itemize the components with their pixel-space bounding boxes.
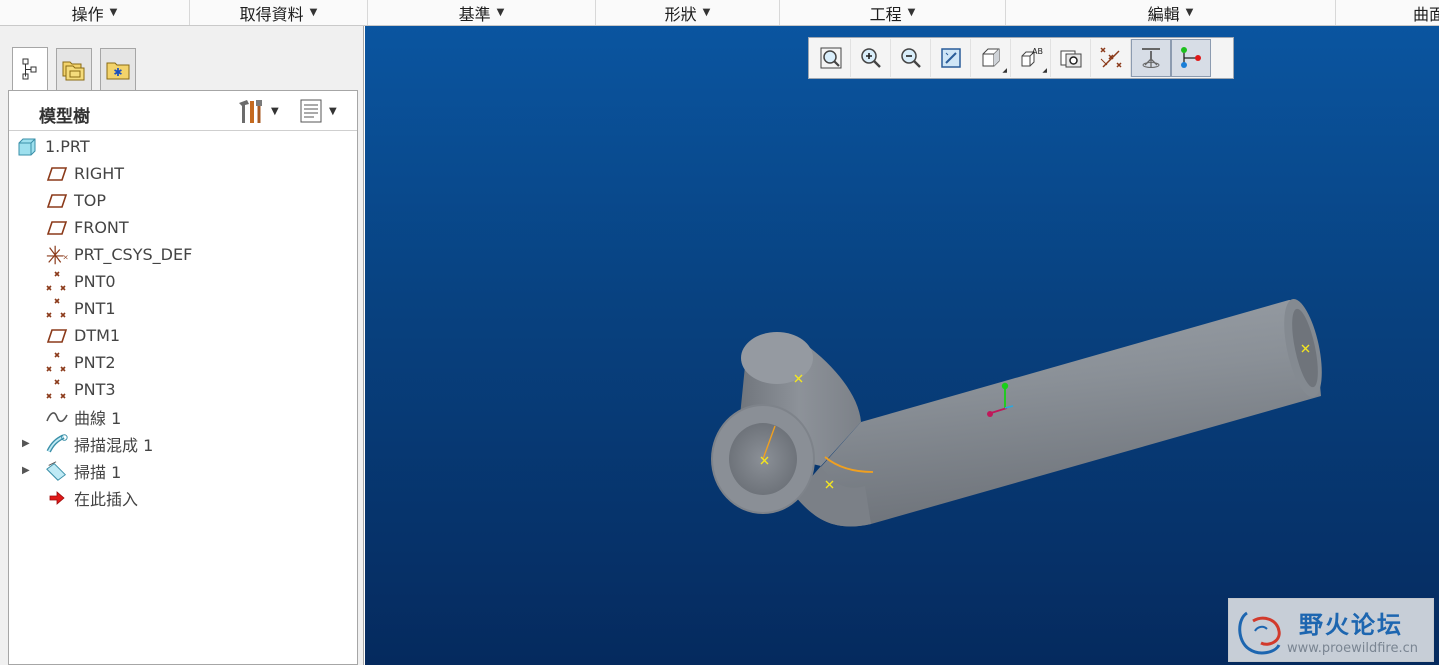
tree-item-swept-blend1[interactable]: ▶ 掃描混成 1 — [9, 430, 357, 457]
datum-point-icon — [45, 297, 69, 320]
insert-here-icon — [45, 487, 69, 509]
svg-text:✱: ✱ — [113, 66, 122, 79]
tree-item-right[interactable]: RIGHT — [9, 160, 357, 187]
view-manager-icon — [1060, 50, 1081, 68]
datum-point-icon — [45, 270, 69, 293]
refit-icon — [820, 47, 841, 69]
swept-blend-icon — [45, 433, 69, 455]
chevron-down-icon: ▼ — [329, 105, 337, 117]
chevron-down-icon: ▼ — [271, 105, 279, 117]
curve-icon — [45, 406, 69, 428]
tree-item-sweep1[interactable]: ▶ 掃描 1 — [9, 457, 357, 484]
watermark-url: www.proewildfire.cn — [1287, 641, 1418, 656]
saved-orientations-icon: AB — [1021, 47, 1043, 67]
chevron-down-icon: ▼ — [1185, 7, 1194, 18]
refit-button[interactable] — [811, 39, 851, 77]
expand-arrow-icon[interactable]: ▶ — [22, 465, 30, 476]
proewildfire-logo — [1238, 611, 1281, 655]
saved-orientations-button[interactable]: AB ◢ — [1011, 39, 1051, 77]
svg-text:×: × — [63, 252, 69, 261]
menu-bar: 操作 ▼ 取得資料 ▼ 基準 ▼ 形狀 ▼ 工程 ▼ 編輯 ▼ 曲面 — [0, 0, 1439, 26]
annotation-display-icon — [1181, 47, 1201, 68]
datum-display-filters-button[interactable] — [1091, 39, 1131, 77]
display-style-button[interactable]: ◢ — [971, 39, 1011, 77]
tree-item-insert-here[interactable]: 在此插入 — [9, 484, 357, 511]
chevron-down-icon: ◢ — [1042, 67, 1047, 74]
tree-show-button[interactable]: ▼ — [299, 97, 337, 125]
zoom-out-icon — [900, 48, 921, 68]
part-model-3d[interactable] — [365, 26, 1439, 665]
navigator-tabs: ✱ — [8, 46, 358, 90]
datum-point-icon — [45, 351, 69, 374]
datum-plane-icon — [45, 325, 69, 347]
zoom-in-icon — [860, 48, 881, 68]
menu-surfaces[interactable]: 曲面 — [1336, 0, 1439, 25]
graphics-window[interactable]: ◢ AB ◢ 野火论坛 www.proewildfire.cn — [365, 26, 1439, 665]
tree-settings-button[interactable]: ▼ — [235, 97, 279, 125]
repaint-icon — [940, 48, 961, 68]
model-tree-title: 模型樹 — [39, 107, 90, 127]
model-tree-header: 模型樹 ▼ ▼ — [9, 91, 357, 131]
favorites-icon: ✱ — [106, 62, 130, 79]
tree-item-curve1[interactable]: 曲線 1 — [9, 403, 357, 430]
menu-shapes[interactable]: 形狀 ▼ — [596, 0, 780, 25]
display-style-icon — [982, 48, 999, 67]
tree-item-pnt0[interactable]: PNT0 — [9, 268, 357, 295]
tree-item-part[interactable]: 1.PRT — [9, 133, 357, 160]
tree-item-csys[interactable]: × PRT_CSYS_DEF — [9, 241, 357, 268]
tab-folder-browser[interactable] — [56, 48, 92, 90]
chevron-down-icon: ▼ — [907, 7, 916, 18]
menu-datum[interactable]: 基準 ▼ — [368, 0, 596, 25]
datum-point-icon — [45, 378, 69, 401]
csys-icon: × — [45, 244, 69, 266]
datum-display-filters-icon — [1099, 47, 1122, 68]
tree-item-top[interactable]: TOP — [9, 187, 357, 214]
tree-item-pnt1[interactable]: PNT1 — [9, 295, 357, 322]
zoom-out-button[interactable] — [891, 39, 931, 77]
folder-browser-icon — [62, 61, 85, 80]
expand-arrow-icon[interactable]: ▶ — [22, 438, 30, 449]
repaint-button[interactable] — [931, 39, 971, 77]
menu-operations[interactable]: 操作 ▼ — [0, 0, 190, 25]
chevron-down-icon: ▼ — [496, 7, 505, 18]
view-manager-button[interactable] — [1051, 39, 1091, 77]
spin-center-icon — [1142, 48, 1160, 68]
forum-watermark: 野火论坛 www.proewildfire.cn — [1228, 598, 1434, 662]
tree-item-dtm1[interactable]: DTM1 — [9, 322, 357, 349]
tab-model-tree[interactable] — [12, 47, 48, 90]
datum-plane-icon — [45, 163, 69, 185]
tree-item-front[interactable]: FRONT — [9, 214, 357, 241]
menu-get-data[interactable]: 取得資料 ▼ — [190, 0, 368, 25]
menu-editing[interactable]: 編輯 ▼ — [1006, 0, 1336, 25]
datum-plane-icon — [45, 217, 69, 239]
tree-item-pnt3[interactable]: PNT3 — [9, 376, 357, 403]
watermark-title: 野火论坛 — [1299, 611, 1403, 639]
list-settings-icon — [300, 99, 322, 123]
zoom-in-button[interactable] — [851, 39, 891, 77]
chevron-down-icon: ▼ — [309, 7, 318, 18]
tube-body — [795, 299, 1321, 527]
annotation-display-button[interactable] — [1171, 39, 1211, 77]
chevron-down-icon: ▼ — [109, 7, 118, 18]
chevron-down-icon: ◢ — [1002, 67, 1007, 74]
menu-engineering[interactable]: 工程 ▼ — [780, 0, 1006, 25]
spin-center-button[interactable] — [1131, 39, 1171, 77]
tree-item-pnt2[interactable]: PNT2 — [9, 349, 357, 376]
navigator-panel: ✱ 模型樹 ▼ ▼ 1.PRT RIGHT TOP FRONT × PRT_CS… — [0, 26, 364, 665]
datum-plane-icon — [45, 190, 69, 212]
tools-icon — [239, 100, 262, 123]
sweep-icon — [45, 460, 69, 482]
graphics-toolbar: ◢ AB ◢ — [808, 37, 1234, 79]
model-tree-icon — [22, 58, 37, 80]
chevron-down-icon: ▼ — [702, 7, 711, 18]
model-tree: 模型樹 ▼ ▼ 1.PRT RIGHT TOP FRONT × PRT_CSYS… — [8, 90, 358, 665]
part-icon — [15, 136, 39, 158]
tab-favorites[interactable]: ✱ — [100, 48, 136, 90]
svg-text:AB: AB — [1032, 47, 1043, 56]
